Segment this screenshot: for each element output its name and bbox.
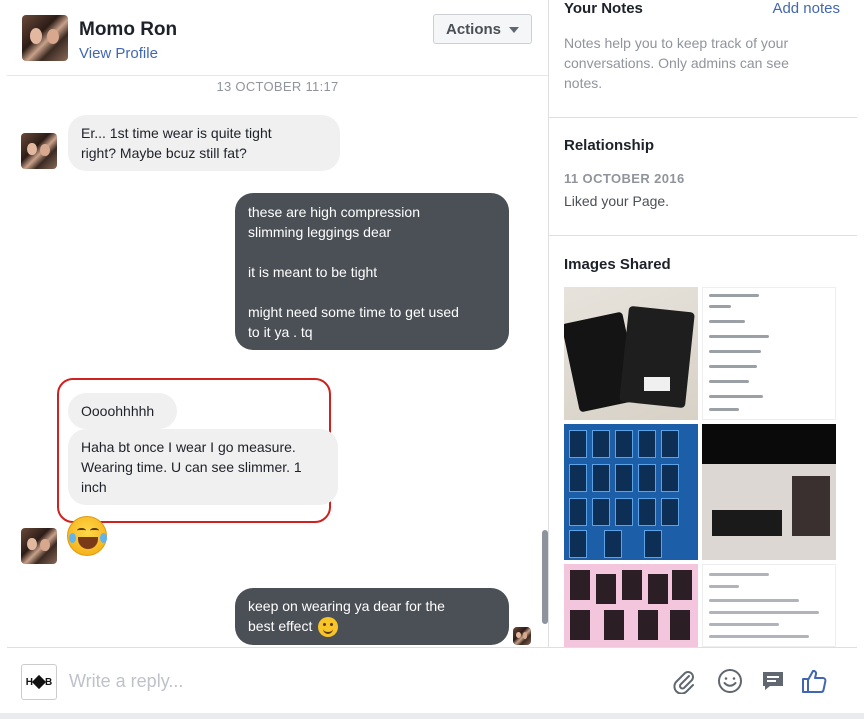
like-icon[interactable] xyxy=(799,666,829,696)
message-text xyxy=(248,282,496,302)
smiling-face-emoji-icon xyxy=(318,617,339,638)
actions-label: Actions xyxy=(445,20,501,38)
reply-input[interactable] xyxy=(69,666,629,696)
contact-name[interactable]: Momo Ron xyxy=(79,19,177,41)
message-line: best effect xyxy=(248,616,496,638)
notes-title: Your Notes xyxy=(564,0,643,17)
saved-replies-icon[interactable] xyxy=(758,666,788,696)
tears-of-joy-emoji-icon xyxy=(67,516,107,556)
add-notes-link[interactable]: Add notes xyxy=(772,0,840,17)
message-text: Er... 1st time wear is quite tight xyxy=(81,125,272,141)
relationship-text: Liked your Page. xyxy=(564,193,670,209)
message-text: Wearing time. U can see slimmer. 1 xyxy=(81,459,302,475)
message-text: slimming leggings dear xyxy=(248,224,392,240)
message-text: best effect xyxy=(248,618,313,634)
message-text: inch xyxy=(81,479,107,495)
message-text: Haha bt once I wear I go measure. xyxy=(81,439,296,455)
contact-avatar-small[interactable] xyxy=(21,528,57,564)
logo-letter: B xyxy=(45,676,53,688)
message-timestamp: 13 OCTOBER 11:17 xyxy=(216,79,339,94)
message-text: Oooohhhhh xyxy=(81,403,155,419)
diamond-icon xyxy=(31,674,47,690)
images-shared-title: Images Shared xyxy=(564,256,671,273)
shared-image-thumbnail[interactable] xyxy=(702,424,836,560)
outgoing-message: these are high compression slimming legg… xyxy=(235,193,509,350)
emoji-icon[interactable] xyxy=(715,666,745,696)
outgoing-message: keep on wearing ya dear for the best eff… xyxy=(235,588,509,646)
message-text: it is meant to be tight xyxy=(248,264,378,280)
shared-image-thumbnail[interactable] xyxy=(564,564,698,647)
paperclip-icon[interactable] xyxy=(669,666,699,696)
message-text xyxy=(248,242,496,262)
notes-section: Your Notes Add notes Notes help you to k… xyxy=(549,0,857,118)
reply-composer: H B xyxy=(7,647,857,713)
page-logo: H B xyxy=(21,664,57,700)
message-text: these are high compression xyxy=(248,204,420,220)
shared-image-thumbnail[interactable] xyxy=(702,287,836,420)
incoming-message: Haha bt once I wear I go measure. Wearin… xyxy=(68,429,338,505)
notes-help-text: Notes help you to keep track of your con… xyxy=(564,35,789,91)
contact-avatar[interactable] xyxy=(22,15,68,61)
shared-image-thumbnail[interactable] xyxy=(564,424,698,560)
info-panel: Your Notes Add notes Notes help you to k… xyxy=(548,0,857,647)
view-profile-link[interactable]: View Profile xyxy=(79,45,158,62)
relationship-title: Relationship xyxy=(564,137,655,154)
message-text: keep on wearing ya dear for the xyxy=(248,598,445,614)
shared-image-thumbnail[interactable] xyxy=(702,564,836,647)
conversation-pane: Momo Ron View Profile Actions 13 OCTOBER… xyxy=(7,0,548,647)
incoming-message: Oooohhhhh xyxy=(68,393,177,429)
message-text: right? Maybe bcuz still fat? xyxy=(81,145,247,161)
incoming-message: Er... 1st time wear is quite tight right… xyxy=(68,115,340,171)
message-text: might need some time to get used xyxy=(248,304,459,320)
chevron-down-icon xyxy=(509,27,519,33)
shared-image-thumbnail[interactable] xyxy=(564,287,698,420)
inbox-window: Momo Ron View Profile Actions 13 OCTOBER… xyxy=(0,0,864,719)
actions-button[interactable]: Actions xyxy=(433,14,532,44)
window-bottom-border xyxy=(0,713,864,719)
conversation-header: Momo Ron View Profile Actions xyxy=(7,0,548,76)
relationship-date: 11 OCTOBER 2016 xyxy=(564,171,685,186)
message-text: to it ya . tq xyxy=(248,324,313,340)
contact-avatar-small[interactable] xyxy=(21,133,57,169)
seen-avatar xyxy=(513,627,531,645)
